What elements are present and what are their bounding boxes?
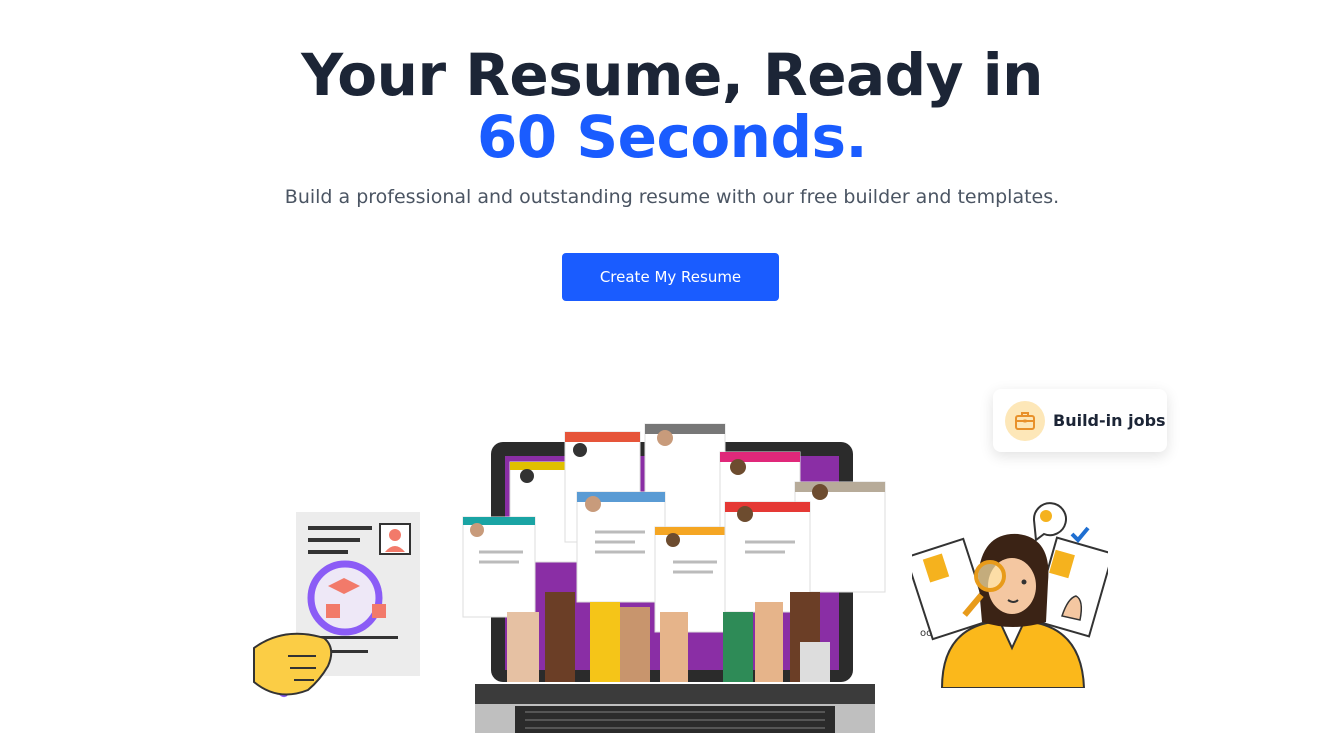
hand <box>253 632 333 696</box>
build-in-jobs-badge: Build-in jobs <box>993 389 1167 452</box>
hero-title: Your Resume, Ready in 60 Seconds. <box>0 44 1344 168</box>
recruiter-illustration: oo <box>912 502 1108 688</box>
magnifier-lens <box>307 560 383 636</box>
build-in-jobs-label: Build-in jobs <box>1053 411 1166 430</box>
svg-text:oo: oo <box>920 628 932 639</box>
speech-bubble <box>1032 502 1067 542</box>
laptop-resumes-illustration <box>462 423 886 733</box>
briefcase-icon <box>1005 400 1045 441</box>
hero-title-line1: Your Resume, Ready in <box>301 41 1043 109</box>
resume-inspection-illustration <box>253 512 420 698</box>
check-icon <box>1070 526 1090 543</box>
hero-subtitle: Build a professional and outstanding res… <box>284 186 1060 208</box>
hero-title-line2: 60 Seconds. <box>476 103 868 171</box>
create-resume-button[interactable]: Create My Resume <box>562 253 779 301</box>
magnifier-icon <box>974 560 1006 592</box>
